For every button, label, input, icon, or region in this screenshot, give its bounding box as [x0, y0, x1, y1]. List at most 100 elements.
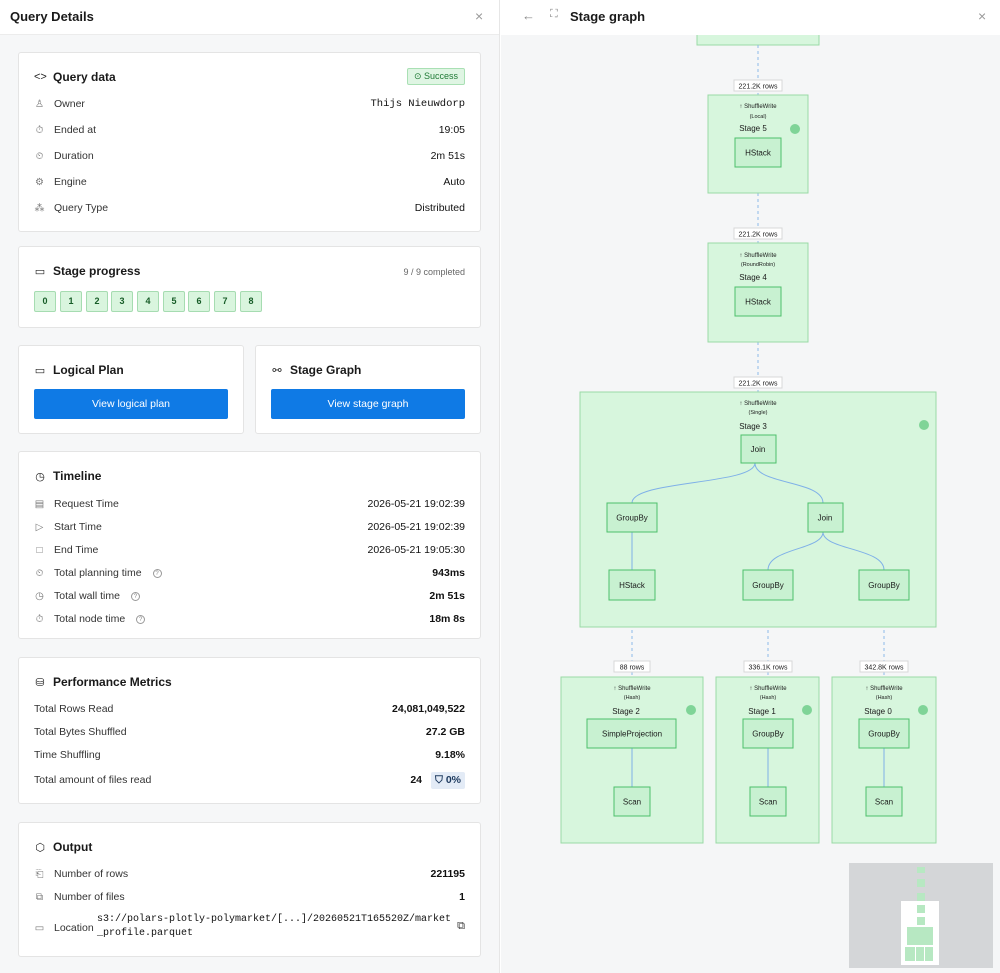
svg-text:342.8K rows: 342.8K rows — [865, 665, 904, 672]
stage-box-0[interactable]: 0 — [34, 291, 56, 312]
svg-text:Scan: Scan — [759, 798, 777, 807]
performance-card: ⛁ Performance Metrics Total Rows Read 24… — [18, 657, 481, 804]
graph-minimap[interactable] — [849, 863, 993, 968]
expand-icon[interactable]: ⛶ — [550, 8, 558, 21]
view-logical-plan-button[interactable]: View logical plan — [34, 389, 228, 419]
query-details-panel: Query Details × <> Query data ⊙ Success … — [0, 0, 500, 973]
progress-pie-icon — [802, 705, 812, 715]
bytes-shuffled-row: Total Bytes Shuffled 27.2 GB — [34, 726, 465, 738]
view-stage-graph-button[interactable]: View stage graph — [271, 389, 465, 419]
keyboard-icon: ▭ — [34, 265, 46, 278]
node-scan[interactable]: Scan — [749, 786, 787, 817]
svg-text:Stage 4: Stage 4 — [739, 273, 767, 282]
clock-icon: ◷ — [35, 470, 45, 483]
stage-progress-summary: 9 / 9 completed — [403, 267, 465, 277]
svg-text:↑ ShuffleWrite: ↑ ShuffleWrite — [613, 686, 651, 692]
svg-text:GroupBy: GroupBy — [752, 730, 784, 739]
logical-plan-card: ▭ Logical Plan View logical plan — [18, 345, 244, 434]
help-icon[interactable]: ? — [152, 568, 162, 578]
svg-text:221.2K rows: 221.2K rows — [739, 381, 778, 388]
timeline-card: ◷ Timeline ▤ Request Time 2026-05-21 19:0… — [18, 451, 481, 639]
help-icon[interactable]: ? — [136, 614, 146, 624]
node-groupby[interactable]: GroupBy — [606, 502, 658, 533]
stage-box-1[interactable]: 1 — [60, 291, 82, 312]
files-icon: ⧉ — [35, 891, 44, 903]
node-groupby[interactable]: GroupBy — [742, 569, 794, 601]
files-filter-badge[interactable]: ⛉ 0% — [431, 771, 465, 789]
svg-text:HStack: HStack — [619, 581, 646, 590]
node-scan[interactable]: Scan — [865, 786, 903, 817]
svg-text:SimpleProjection: SimpleProjection — [602, 730, 662, 739]
node-simple-projection[interactable]: SimpleProjection — [586, 718, 677, 749]
row-count-label: 221.2K rows — [733, 227, 783, 240]
svg-text:Scan: Scan — [875, 798, 893, 807]
svg-text:336.1K rows: 336.1K rows — [749, 665, 788, 672]
location-value: s3://polars-plotly-polymarket/[...]/2026… — [97, 914, 452, 939]
row-count-label: 221.2K rows — [733, 376, 783, 389]
copy-icon[interactable]: ⧉ — [457, 920, 465, 933]
svg-text:↑ ShuffleWrite: ↑ ShuffleWrite — [749, 686, 787, 692]
stage-box-6[interactable]: 6 — [188, 291, 210, 312]
stopwatch-icon: ⏱ — [35, 613, 44, 625]
stage-progress-title: ▭ Stage progress — [34, 264, 141, 278]
svg-text:↑ ShuffleWrite: ↑ ShuffleWrite — [739, 253, 777, 259]
engine-row: ⚙ Engine Auto — [35, 176, 465, 188]
svg-text:(Hash): (Hash) — [624, 695, 641, 701]
node-groupby[interactable]: GroupBy — [742, 718, 794, 749]
progress-pie-icon — [686, 705, 696, 715]
help-icon[interactable]: ? — [130, 591, 140, 601]
clock-icon: ◷ — [35, 590, 44, 602]
planning-time-row: ⏲ Total planning time? 943ms — [35, 567, 465, 579]
svg-text:Stage 3: Stage 3 — [739, 422, 767, 431]
query-data-title: <> Query data — [34, 70, 116, 84]
stage-graph-canvas[interactable]: 221.2K rows 221.2K rows 221.2K rows 88 r… — [501, 0, 1000, 973]
node-groupby[interactable]: GroupBy — [858, 718, 910, 749]
node-join[interactable]: Join — [807, 502, 844, 533]
stage-box-4[interactable]: 4 — [137, 291, 159, 312]
number-of-rows-row: ⎗ Number of rows 221195 — [35, 868, 466, 880]
owner-row: ♙ Owner Thijs Nieuwdorp — [35, 98, 465, 110]
svg-text:(Hash): (Hash) — [876, 695, 893, 701]
node-groupby[interactable]: GroupBy — [858, 569, 910, 601]
svg-text:Join: Join — [751, 445, 766, 454]
back-arrow-icon[interactable]: ← — [522, 8, 535, 23]
node-hstack[interactable]: HStack — [734, 286, 782, 317]
time-shuffling-row: Time Shuffling 9.18% — [34, 749, 465, 761]
graph-icon: ⚯ — [272, 364, 282, 377]
row-count-label: 336.1K rows — [743, 660, 793, 673]
node-hstack[interactable]: HStack — [608, 569, 656, 601]
number-of-files-row: ⧉ Number of files 1 — [35, 891, 465, 903]
svg-text:GroupBy: GroupBy — [616, 514, 648, 523]
user-icon: ♙ — [35, 98, 44, 110]
stage-graph-card: ⚯ Stage Graph View stage graph — [255, 345, 481, 434]
ended-at-row: ⏱ Ended at 19:05 — [35, 124, 465, 136]
node-join[interactable]: Join — [740, 434, 777, 464]
node-scan[interactable]: Scan — [613, 786, 651, 817]
node-hstack[interactable]: HStack — [734, 137, 782, 168]
stage-graph-panel: 221.2K rows 221.2K rows 221.2K rows 88 r… — [501, 0, 1000, 973]
svg-text:Stage 1: Stage 1 — [748, 707, 776, 716]
end-time-row: □ End Time 2026-05-21 19:05:30 — [34, 542, 465, 558]
close-icon[interactable]: × — [978, 8, 986, 24]
stage-box-7[interactable]: 7 — [214, 291, 236, 312]
database-icon: ⛁ — [35, 676, 45, 689]
svg-text:Stage 2: Stage 2 — [612, 707, 640, 716]
stopwatch-icon: ⏱ — [35, 124, 44, 136]
calendar-icon: ▤ — [34, 498, 45, 510]
rows-read-row: Total Rows Read 24,081,049,522 — [34, 703, 465, 715]
start-time-row: ▷ Start Time 2026-05-21 19:02:39 — [35, 521, 465, 533]
stage-box-8[interactable]: 8 — [240, 291, 262, 312]
svg-text:Join: Join — [818, 514, 833, 523]
svg-text:Scan: Scan — [623, 798, 641, 807]
close-icon[interactable]: × — [475, 8, 483, 24]
svg-text:(RoundRobin): (RoundRobin) — [741, 262, 775, 268]
row-count-label: 88 rows — [613, 660, 651, 673]
svg-text:(Hash): (Hash) — [760, 695, 777, 701]
svg-text:88 rows: 88 rows — [620, 665, 645, 672]
stage-box-2[interactable]: 2 — [86, 291, 108, 312]
svg-text:Stage 0: Stage 0 — [864, 707, 892, 716]
stage-box-5[interactable]: 5 — [163, 291, 185, 312]
progress-pie-icon — [919, 420, 929, 430]
stage-box-3[interactable]: 3 — [111, 291, 133, 312]
progress-pie-icon — [790, 124, 800, 134]
